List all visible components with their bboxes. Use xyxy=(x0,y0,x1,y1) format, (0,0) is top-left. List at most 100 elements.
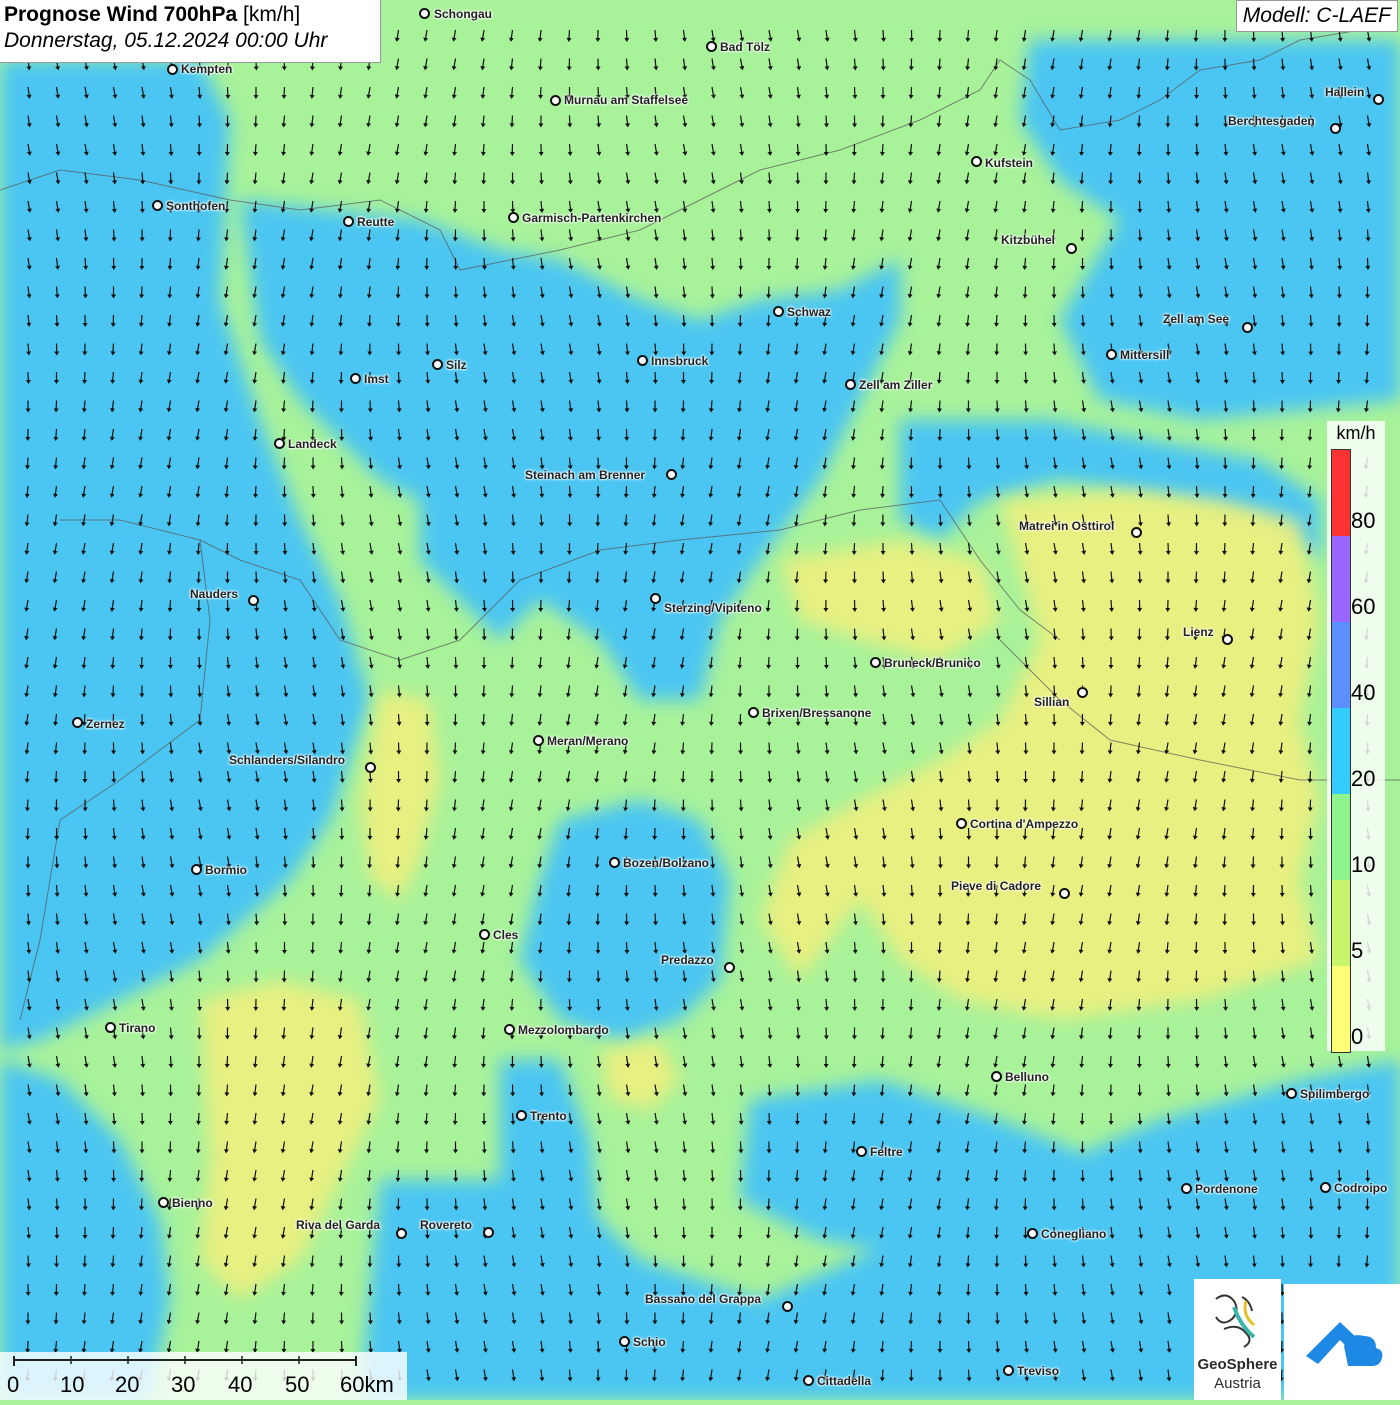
city-marker xyxy=(773,306,784,317)
scale-label: 60km xyxy=(340,1372,394,1398)
city-label: Kitzbühel xyxy=(1001,233,1055,247)
city-marker xyxy=(479,929,490,940)
color-legend: km/h 806040201050 xyxy=(1327,421,1385,1051)
scale-label: 10 xyxy=(60,1372,84,1398)
city-label: Mittersill xyxy=(1120,348,1169,362)
legend-swatch xyxy=(1332,966,1350,1052)
legend-swatch xyxy=(1332,880,1350,966)
legend-swatch xyxy=(1332,794,1350,880)
city-marker xyxy=(152,200,163,211)
logo-line2: Austria xyxy=(1194,1375,1281,1392)
title-box: Prognose Wind 700hPa [km/h] Donnerstag, … xyxy=(0,0,381,63)
city-marker xyxy=(637,355,648,366)
legend-tick-label: 80 xyxy=(1351,508,1375,534)
city-label: Sillian xyxy=(1034,695,1069,709)
city-marker xyxy=(666,469,677,480)
legend-unit: km/h xyxy=(1327,423,1385,444)
city-marker xyxy=(724,962,735,973)
city-marker xyxy=(803,1375,814,1386)
city-marker xyxy=(1222,634,1233,645)
city-label: Imst xyxy=(364,372,389,386)
city-marker xyxy=(856,1146,867,1157)
city-label: Matrei in Osttirol xyxy=(1019,519,1114,533)
city-marker xyxy=(274,438,285,449)
city-label: Bruneck/Brunico xyxy=(884,656,981,670)
city-marker xyxy=(508,212,519,223)
city-marker xyxy=(1320,1182,1331,1193)
city-label: Nauders xyxy=(190,587,238,601)
forecast-datetime: Donnerstag, 05.12.2024 00:00 Uhr xyxy=(4,29,376,53)
city-label: Tirano xyxy=(119,1021,155,1035)
city-label: Zernez xyxy=(86,717,125,731)
city-marker xyxy=(158,1197,169,1208)
city-label: Garmisch-Partenkirchen xyxy=(522,211,661,225)
title-unit: [km/h] xyxy=(243,3,300,26)
city-label: Reutte xyxy=(357,215,394,229)
city-label: Meran/Merano xyxy=(547,734,628,748)
city-marker xyxy=(782,1301,793,1312)
legend-color-bar xyxy=(1331,449,1351,1053)
city-label: Cittadella xyxy=(817,1374,871,1388)
scale-label: 0 xyxy=(7,1372,19,1398)
scale-label: 20 xyxy=(115,1372,139,1398)
city-marker xyxy=(343,216,354,227)
city-marker xyxy=(483,1227,494,1238)
city-marker xyxy=(72,717,83,728)
city-label: Kufstein xyxy=(985,156,1033,170)
scale-label: 30 xyxy=(171,1372,195,1398)
city-marker xyxy=(533,735,544,746)
city-label: Predazzo xyxy=(661,953,714,967)
city-label: Kempten xyxy=(181,62,232,76)
title-bold: Prognose Wind 700hPa xyxy=(4,3,237,26)
legend-tick-label: 5 xyxy=(1351,938,1363,964)
city-marker xyxy=(1106,349,1117,360)
legend-tick-label: 20 xyxy=(1351,766,1375,792)
city-label: Schlanders/Silandro xyxy=(229,753,345,767)
legend-tick-label: 0 xyxy=(1351,1024,1363,1050)
city-label: Cortina d'Ampezzo xyxy=(970,817,1078,831)
city-label: Cles xyxy=(493,928,518,942)
city-label: Pieve di Cadore xyxy=(951,879,1041,893)
city-label: Sterzing/Vipiteno xyxy=(664,601,762,615)
logo-line1: GeoSphere xyxy=(1194,1356,1281,1373)
city-label: Trento xyxy=(530,1109,567,1123)
city-label: Rovereto xyxy=(420,1218,472,1232)
city-label: Silz xyxy=(446,358,467,372)
legend-swatch xyxy=(1332,536,1350,622)
city-label: Bassano del Grappa xyxy=(645,1292,761,1306)
city-label: Lienz xyxy=(1183,625,1214,639)
city-label: Steinach am Brenner xyxy=(525,468,645,482)
city-marker xyxy=(550,95,561,106)
city-marker xyxy=(1077,687,1088,698)
city-label: Bienno xyxy=(172,1196,213,1210)
city-marker xyxy=(619,1336,630,1347)
city-marker xyxy=(419,8,430,19)
city-marker xyxy=(1181,1183,1192,1194)
legend-tick-label: 60 xyxy=(1351,594,1375,620)
mountain-cloud-icon xyxy=(1284,1284,1400,1400)
partner-logo xyxy=(1284,1284,1400,1400)
city-label: Innsbruck xyxy=(651,354,708,368)
city-label: Brixen/Bressanone xyxy=(762,706,871,720)
city-marker xyxy=(516,1110,527,1121)
city-marker xyxy=(350,373,361,384)
map-title: Prognose Wind 700hPa [km/h] xyxy=(4,3,376,27)
city-marker xyxy=(365,762,376,773)
legend-tick-label: 40 xyxy=(1351,680,1375,706)
city-label: Belluno xyxy=(1005,1070,1049,1084)
city-label: Feltre xyxy=(870,1145,903,1159)
city-marker xyxy=(748,707,759,718)
city-marker xyxy=(432,359,443,370)
city-marker xyxy=(971,156,982,167)
city-marker xyxy=(105,1022,116,1033)
city-label: Zell am Ziller xyxy=(859,378,932,392)
city-marker xyxy=(1373,94,1384,105)
city-label: Schio xyxy=(633,1335,666,1349)
city-marker xyxy=(396,1228,407,1239)
city-label: Schongau xyxy=(434,7,492,21)
city-marker xyxy=(1059,888,1070,899)
city-label: Conegliano xyxy=(1041,1227,1106,1241)
city-label: Berchtesgaden xyxy=(1228,114,1315,128)
city-label: Hallein xyxy=(1325,85,1364,99)
scale-label: 50 xyxy=(285,1372,309,1398)
